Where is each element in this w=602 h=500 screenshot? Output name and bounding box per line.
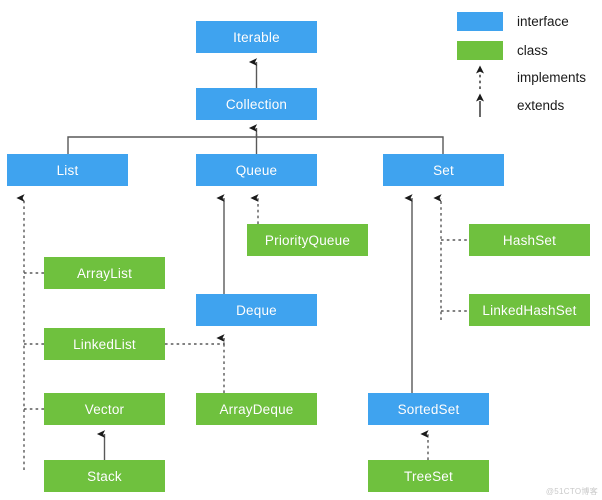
node-set[interactable]: Set	[383, 154, 504, 186]
node-hashset[interactable]: HashSet	[469, 224, 590, 256]
legend-row-implements: implements	[457, 64, 597, 90]
node-label: Set	[433, 162, 454, 178]
class-hierarchy-diagram: Iterable Collection List Queue Set Prior…	[0, 0, 602, 500]
legend-label-class: class	[517, 42, 548, 58]
edge-deque-implementors	[165, 334, 225, 393]
node-iterable[interactable]: Iterable	[196, 21, 317, 53]
node-label: Iterable	[233, 29, 280, 45]
node-label: Deque	[236, 302, 277, 318]
node-linkedlist[interactable]: LinkedList	[44, 328, 165, 360]
node-deque[interactable]: Deque	[196, 294, 317, 326]
node-label: SortedSet	[397, 401, 460, 417]
interface-color-swatch	[457, 11, 503, 31]
node-queue[interactable]: Queue	[196, 154, 317, 186]
node-label: LinkedHashSet	[482, 302, 577, 318]
class-color-swatch	[457, 40, 503, 60]
node-label: ArrayList	[76, 265, 133, 281]
node-label: Queue	[235, 162, 278, 178]
legend-row-interface: interface	[457, 8, 597, 34]
legend-row-extends: extends	[457, 92, 597, 118]
node-sortedset[interactable]: SortedSet	[368, 393, 489, 425]
legend-row-class: class	[457, 37, 597, 63]
node-stack[interactable]: Stack	[44, 460, 165, 492]
legend-label-extends: extends	[517, 97, 565, 113]
node-label: Stack	[87, 468, 122, 484]
node-list[interactable]: List	[7, 154, 128, 186]
node-label: HashSet	[502, 232, 557, 248]
dashed-arrow-icon	[457, 64, 503, 90]
node-label: List	[56, 162, 79, 178]
node-collection[interactable]: Collection	[196, 88, 317, 120]
node-label: TreeSet	[404, 468, 453, 484]
node-label: ArrayDeque	[219, 401, 294, 417]
edge-set-implementors	[433, 194, 469, 320]
node-priorityqueue[interactable]: PriorityQueue	[247, 224, 368, 256]
node-vector[interactable]: Vector	[44, 393, 165, 425]
solid-arrow-icon	[457, 92, 503, 118]
node-label: LinkedList	[73, 336, 136, 352]
edge-list-implementors	[16, 194, 44, 470]
edge-bus-collection-children	[67, 134, 444, 154]
node-treeset[interactable]: TreeSet	[368, 460, 489, 492]
node-arraylist[interactable]: ArrayList	[44, 257, 165, 289]
node-label: Collection	[225, 96, 288, 112]
node-arraydeque[interactable]: ArrayDeque	[196, 393, 317, 425]
node-label: PriorityQueue	[264, 232, 351, 248]
node-linkedhashset[interactable]: LinkedHashSet	[469, 294, 590, 326]
node-label: Vector	[84, 401, 125, 417]
legend-label-interface: interface	[517, 13, 569, 29]
legend: interface class implements extends	[457, 8, 597, 118]
watermark: @51CTO博客	[545, 487, 598, 496]
legend-label-implements: implements	[517, 69, 587, 85]
